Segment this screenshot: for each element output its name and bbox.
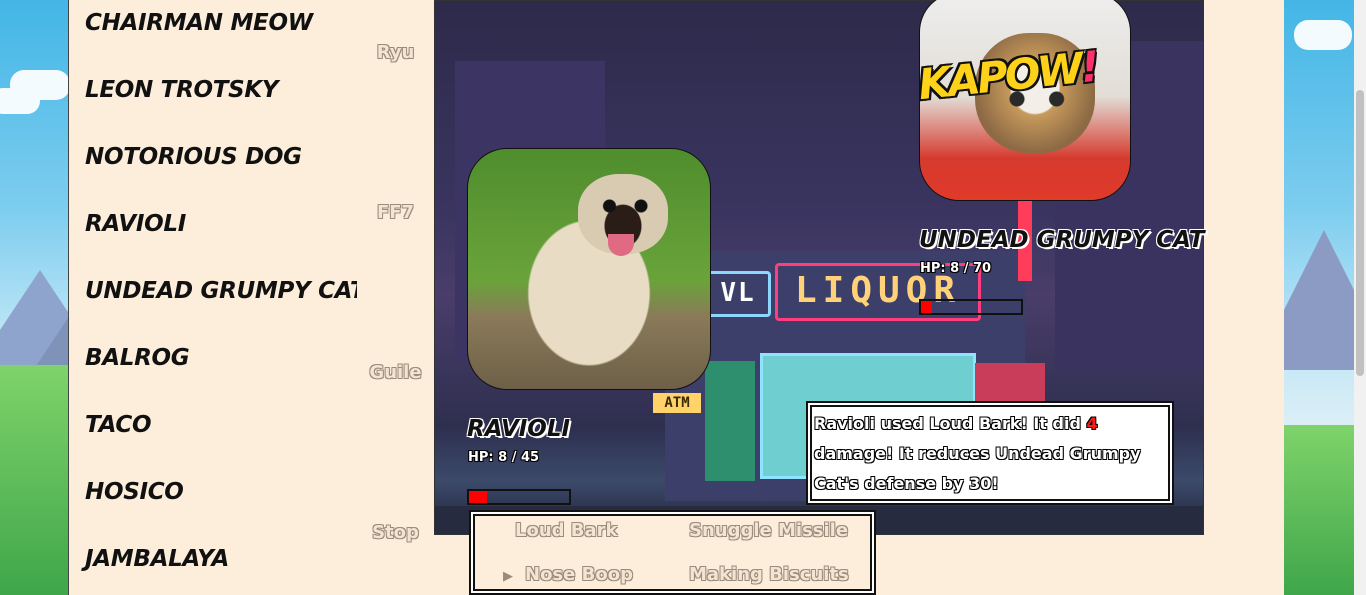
move-loud-bark-button[interactable]: Loud Bark <box>515 520 618 541</box>
opponent-hp-text: HP: 8 / 70 <box>920 261 992 276</box>
background-left <box>0 0 68 595</box>
moves-panel: Loud Bark Snuggle Missile ▶ Nose Boop Ma… <box>469 510 876 595</box>
move-snuggle-missile-button[interactable]: Snuggle Missile <box>689 520 848 541</box>
cloud <box>1294 20 1352 50</box>
cloud <box>0 88 40 114</box>
opponent-hp-bar <box>919 299 1023 315</box>
character-item[interactable]: TACO <box>85 412 152 438</box>
player-name: RAVIOLI <box>467 416 571 442</box>
battle-log-part: Ravioli used Loud Bark! It did <box>814 414 1087 433</box>
mountain <box>1284 230 1354 370</box>
character-item[interactable]: JAMBALAYA <box>85 546 229 572</box>
vl-sign: VL <box>705 271 771 317</box>
character-list: CHAIRMAN MEOW LEON TROTSKY NOTORIOUS DOG… <box>68 0 366 595</box>
opponent-hp-fill <box>921 301 933 313</box>
move-nose-boop-button[interactable]: Nose Boop <box>525 564 633 585</box>
opponent-name: UNDEAD GRUMPY CAT <box>919 227 1205 253</box>
character-item[interactable]: NOTORIOUS DOG <box>85 144 302 170</box>
music-guile-button[interactable]: Guile <box>357 362 434 383</box>
player-hp-fill <box>469 491 487 503</box>
page-scrollbar[interactable] <box>1354 0 1366 595</box>
selection-cursor-icon: ▶ <box>503 569 513 584</box>
battle-log-part: damage! It reduces Undead Grumpy Cat's d… <box>814 444 1141 493</box>
character-item[interactable]: LEON TROTSKY <box>85 77 279 103</box>
music-controls: Ryu FF7 Guile Stop <box>357 0 434 595</box>
player-hp-bar <box>467 489 571 505</box>
kapow-bang: ! <box>1077 41 1100 93</box>
music-ryu-button[interactable]: Ryu <box>357 42 434 63</box>
grass <box>1284 425 1354 595</box>
music-stop-button[interactable]: Stop <box>357 522 434 543</box>
character-item[interactable]: BALROG <box>85 345 190 371</box>
opponent-portrait: KAPOW! <box>919 0 1131 201</box>
battle-log: Ravioli used Loud Bark! It did 4 damage!… <box>808 403 1172 503</box>
player-portrait <box>467 148 711 390</box>
move-making-biscuits-button[interactable]: Making Biscuits <box>689 564 849 585</box>
character-item[interactable]: UNDEAD GRUMPY CAT <box>85 278 366 304</box>
battle-log-text: Ravioli used Loud Bark! It did 4 damage!… <box>814 409 1166 499</box>
grass <box>0 365 68 595</box>
store-shelf <box>705 361 755 481</box>
atm-sign: ATM <box>653 393 701 413</box>
scrollbar-thumb[interactable] <box>1356 90 1364 376</box>
player-hp-text: HP: 8 / 45 <box>468 450 540 465</box>
character-item[interactable]: RAVIOLI <box>85 211 186 237</box>
background-right <box>1284 0 1354 595</box>
damage-value: 4 <box>1086 414 1098 433</box>
character-item[interactable]: CHAIRMAN MEOW <box>85 10 313 36</box>
music-ff7-button[interactable]: FF7 <box>357 202 434 223</box>
character-item[interactable]: HOSICO <box>85 479 184 505</box>
